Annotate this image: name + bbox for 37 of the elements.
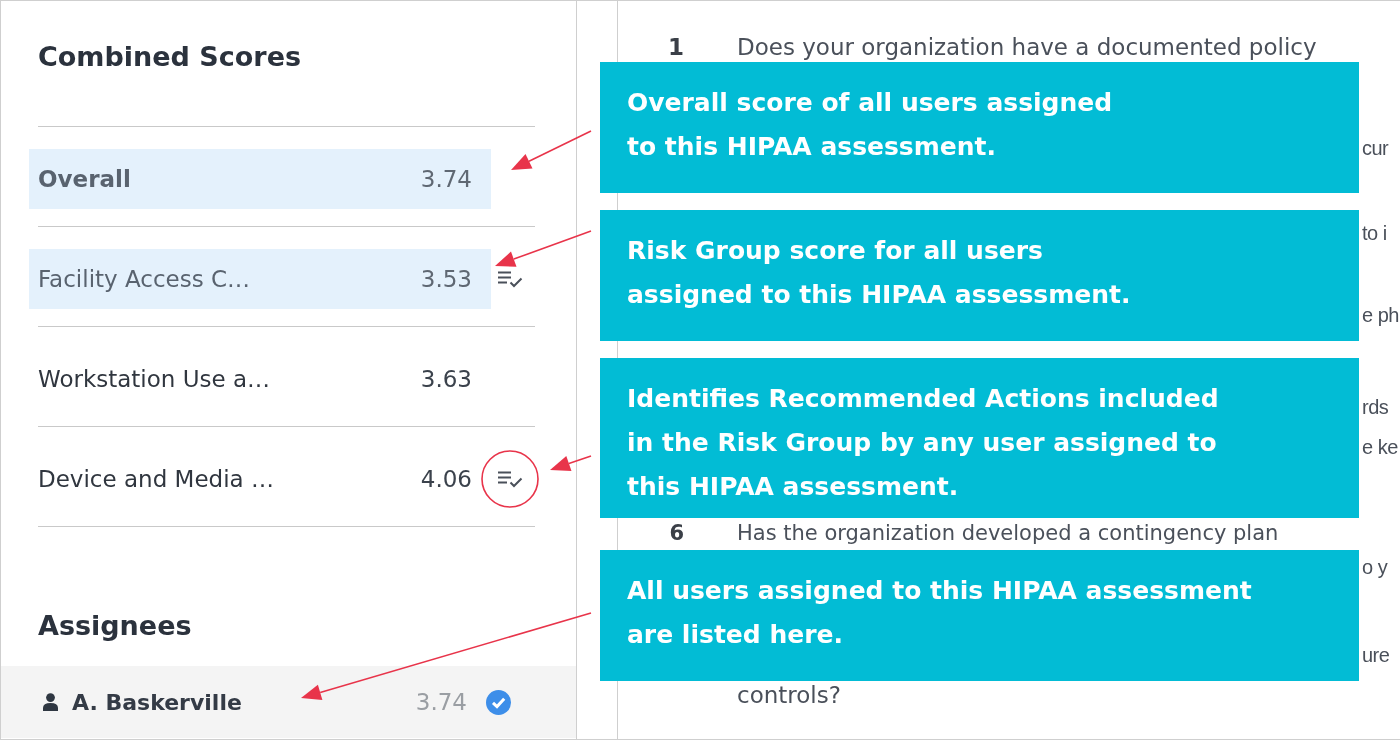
question-text: controls? [737, 681, 841, 710]
callout-text: Risk Group score for all users assigned to this HIPAA assessment. [627, 235, 1131, 311]
question-text: o y [1362, 555, 1388, 580]
question-text: Has the organization developed a contingency plan [737, 520, 1279, 547]
action-list-icon[interactable] [497, 270, 523, 288]
score-value: 3.74 [420, 164, 472, 194]
section-heading: Assignees [38, 609, 193, 643]
callout-text: All users assigned to this HIPAA assessment are listed here. [627, 575, 1252, 651]
score-label: Facility Access C… [38, 264, 251, 294]
callout-text: Overall score of all users assigned to this HIPAA assessment. [627, 87, 1113, 163]
score-row[interactable]: Facility Access C… 3.53 [29, 249, 491, 309]
question-text: cur [1362, 136, 1389, 161]
question-text: rds [1362, 395, 1389, 420]
person-icon [43, 693, 58, 711]
question-number: 1 [668, 33, 684, 62]
question-text: ure [1362, 643, 1390, 668]
section-heading: Combined Scores [38, 40, 303, 74]
score-value: 3.53 [420, 264, 472, 294]
question-text: e ph [1362, 303, 1399, 328]
score-row[interactable]: Workstation Use a… 3.63 [29, 349, 491, 409]
callout-text: Identifies Recommended Actions included in the Risk Group by any user assigned to this HIPAA assessment. [627, 383, 1219, 503]
assignee-name: A. Baskerville [72, 688, 243, 717]
score-value: 4.06 [420, 464, 472, 494]
question-number: 6 [669, 520, 684, 547]
score-label: Overall [38, 164, 131, 194]
question-text: to i [1362, 221, 1387, 246]
score-value: 3.63 [420, 364, 472, 394]
score-label: Workstation Use a… [38, 364, 271, 394]
assignee-row[interactable]: A. Baskerville 3.74 [1, 666, 576, 738]
score-row[interactable]: Overall 3.74 [29, 149, 491, 209]
annotation-arrow [550, 455, 592, 472]
question-text: e ke [1362, 435, 1398, 460]
assignee-score: 3.74 [415, 687, 467, 717]
action-list-icon[interactable] [497, 470, 523, 488]
question-text: Does your organization have a documented policy [737, 33, 1317, 62]
score-row[interactable]: Device and Media … 4.06 [29, 449, 491, 509]
score-label: Device and Media … [38, 464, 274, 494]
